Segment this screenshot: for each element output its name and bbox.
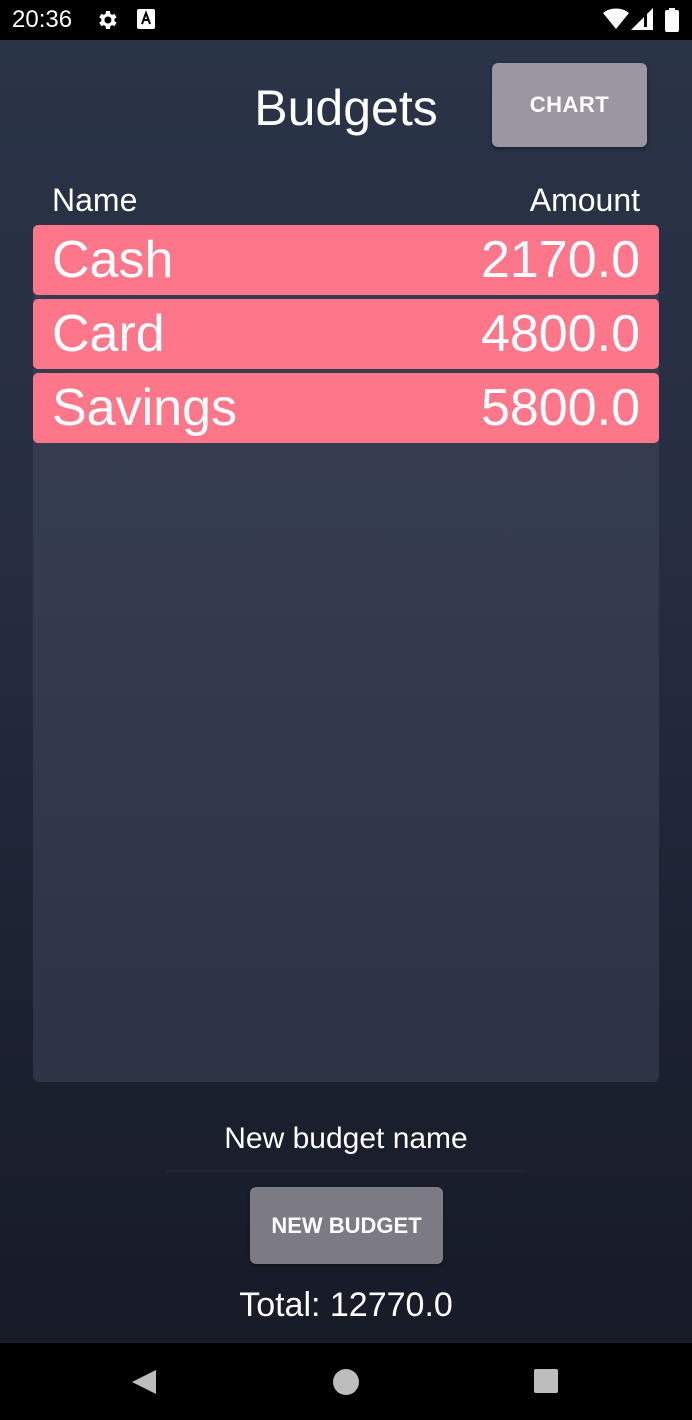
cell-signal-icon [631,8,653,30]
budget-amount: 5800.0 [480,379,640,437]
budget-row-cash[interactable]: Cash 2170.0 [33,225,659,295]
status-bar: 20:36 [0,0,692,40]
budget-row-savings[interactable]: Savings 5800.0 [33,373,659,443]
new-budget-button[interactable]: NEW BUDGET [250,1187,443,1264]
gear-icon [99,11,117,29]
column-header-name: Name [52,182,138,218]
budget-amount: 4800.0 [480,305,640,363]
budget-name: Cash [52,231,174,289]
budget-row-card[interactable]: Card 4800.0 [33,299,659,369]
column-header-amount: Amount [529,182,640,218]
back-icon[interactable] [130,1368,158,1396]
wifi-icon [603,8,629,29]
budget-name: Card [52,305,165,363]
navigation-bar [0,1343,692,1420]
app-screen: Budgets CHART Name Amount Cash 2170.0 Ca… [0,40,692,1343]
battery-icon [665,8,679,32]
budget-amount: 2170.0 [480,231,640,289]
total-label: Total: 12770.0 [239,1286,453,1324]
new-budget-name-input[interactable] [166,1108,526,1172]
budget-list[interactable]: Cash 2170.0 Card 4800.0 Savings 5800.0 [33,225,659,1082]
chart-button[interactable]: CHART [492,63,647,147]
keyboard-a-icon [137,9,155,29]
status-time: 20:36 [12,6,73,33]
budget-name: Savings [52,379,237,437]
recents-icon[interactable] [533,1368,559,1394]
page-title: Budgets [254,80,438,136]
home-icon[interactable] [332,1368,360,1396]
